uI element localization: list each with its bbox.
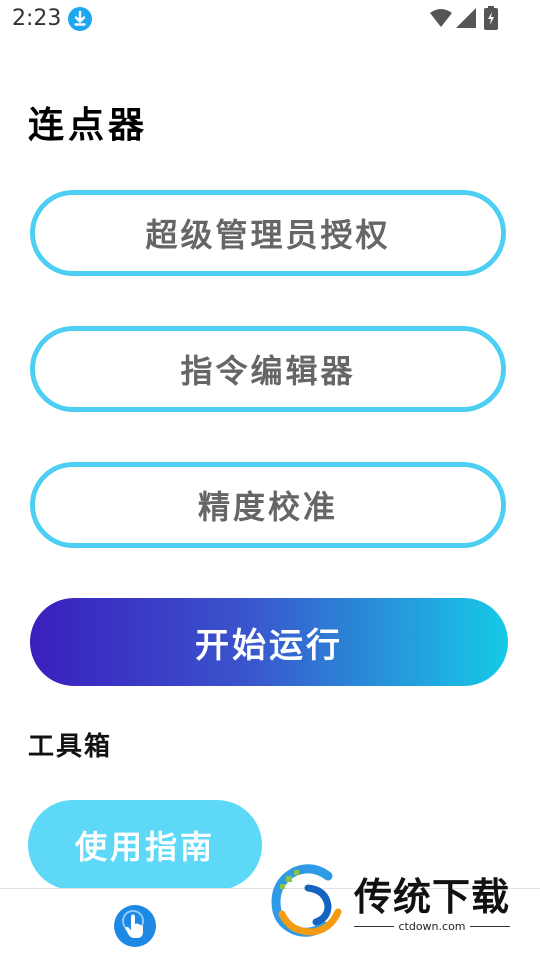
tap-hand-icon[interactable] [114, 905, 156, 947]
watermark-name: 传统下载 [354, 875, 511, 919]
watermark-domain: ctdown.com [398, 920, 466, 933]
wifi-icon [430, 9, 452, 27]
battery-charging-icon [484, 6, 498, 30]
watermark-domain-row: ctdown.com [354, 920, 510, 933]
watermark: 传统下载 ctdown.com [262, 858, 540, 960]
command-editor-button[interactable]: 指令编辑器 [30, 326, 506, 412]
toolbox-title: 工具箱 [28, 732, 113, 762]
admin-authorization-button[interactable]: 超级管理员授权 [30, 190, 506, 276]
precision-calibration-button[interactable]: 精度校准 [30, 462, 506, 548]
status-time: 2:23 [12, 6, 62, 31]
signal-icon [456, 8, 476, 28]
user-guide-button[interactable]: 使用指南 [28, 800, 262, 890]
download-icon [68, 7, 92, 31]
start-run-button[interactable]: 开始运行 [30, 598, 508, 686]
ctdown-logo-icon [271, 864, 342, 937]
status-bar: 2:23 [0, 0, 540, 38]
page-title: 连点器 [28, 105, 149, 146]
